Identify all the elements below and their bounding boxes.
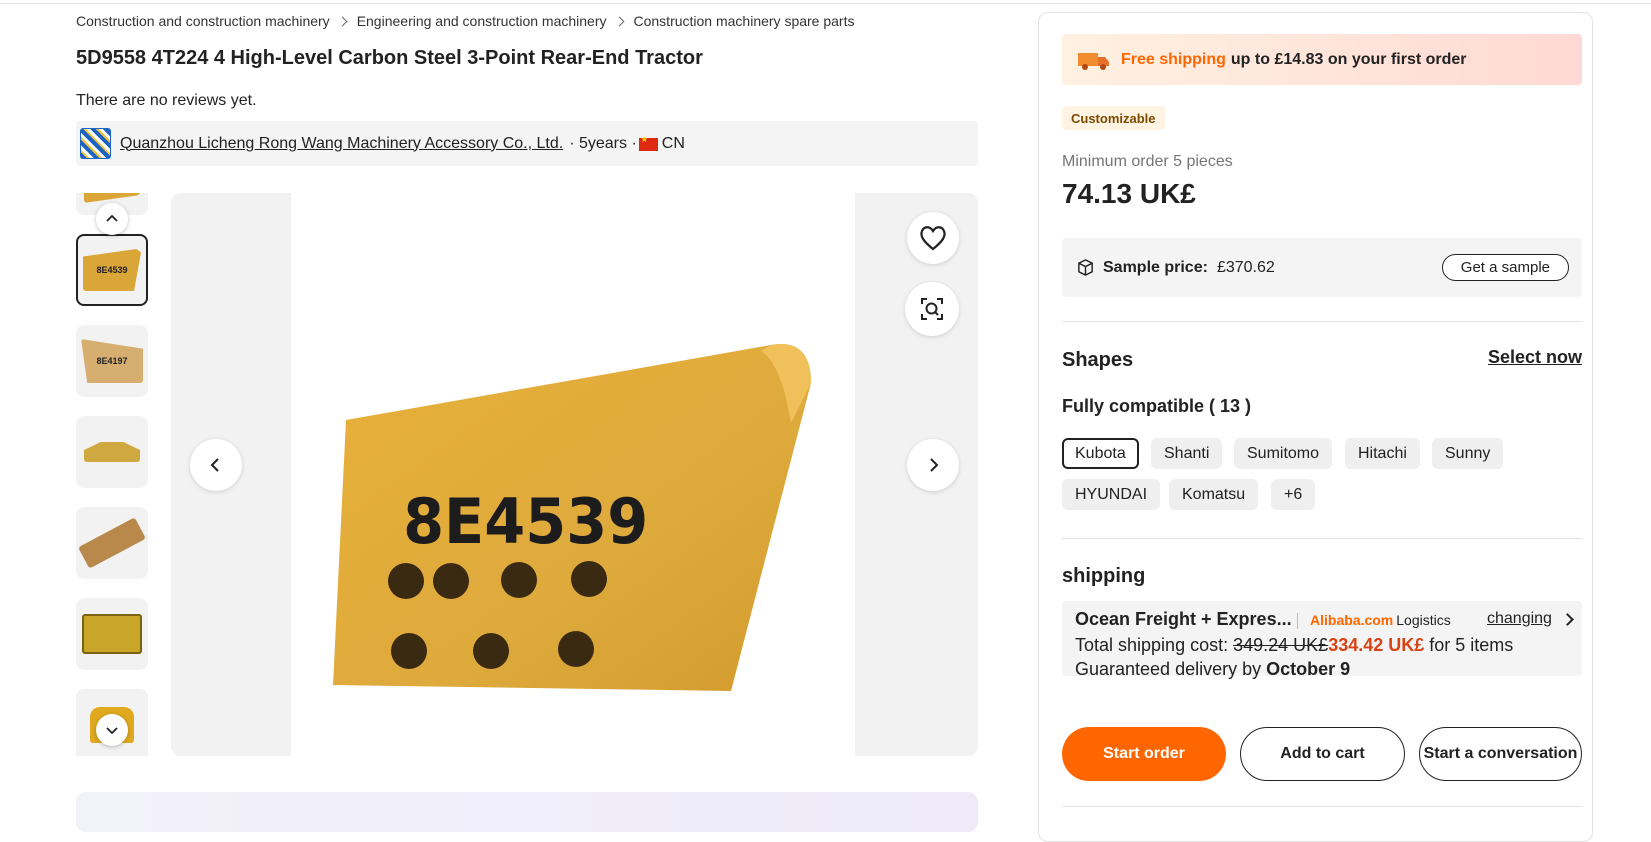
china-flag-icon bbox=[638, 135, 658, 151]
logistics-brand: Alibaba.com bbox=[1310, 612, 1394, 628]
customizable-badge: Customizable bbox=[1062, 106, 1165, 130]
thumbnail-image bbox=[84, 442, 140, 462]
shape-chip-sunny[interactable]: Sunny bbox=[1432, 438, 1504, 469]
thumbnail-image: 8E4539 bbox=[83, 249, 141, 291]
sample-price-label: Sample price: bbox=[1103, 258, 1208, 276]
bottom-section-card bbox=[76, 792, 978, 832]
order-panel bbox=[1038, 12, 1593, 842]
box-icon bbox=[1078, 259, 1093, 276]
next-image-button[interactable] bbox=[907, 439, 959, 491]
thumbnail-scroll-up-button[interactable] bbox=[96, 203, 128, 235]
thumbnail-code: 8E4197 bbox=[96, 356, 128, 366]
chevron-left-icon bbox=[210, 458, 219, 472]
thumbnail-image bbox=[78, 517, 146, 569]
thumbnail-2[interactable]: 8E4197 bbox=[76, 325, 148, 397]
start-order-button[interactable]: Start order bbox=[1062, 727, 1226, 781]
chevron-down-icon bbox=[106, 727, 118, 735]
supplier-name-link[interactable]: Quanzhou Licheng Rong Wang Machinery Acc… bbox=[120, 135, 563, 153]
previous-image-button[interactable] bbox=[190, 439, 242, 491]
breadcrumb-item-engineering[interactable]: Engineering and construction machinery bbox=[357, 13, 607, 29]
select-now-link[interactable]: Select now bbox=[1488, 347, 1582, 368]
shipping-cost-new: 334.42 UK£ bbox=[1328, 635, 1425, 655]
heart-icon bbox=[920, 226, 946, 251]
thumbnail-scroll-down-button[interactable] bbox=[96, 714, 128, 746]
shape-chip-komatsu[interactable]: Komatsu bbox=[1169, 479, 1259, 510]
shipping-cost-old: 349.24 UK£ bbox=[1233, 635, 1329, 655]
chevron-up-icon bbox=[106, 214, 118, 222]
chevron-right-icon bbox=[614, 16, 624, 26]
add-to-cart-button[interactable]: Add to cart bbox=[1240, 727, 1405, 781]
product-title: 5D9558 4T224 4 High-Level Carbon Steel 3… bbox=[76, 47, 703, 69]
reviews-text: There are no reviews yet. bbox=[76, 92, 257, 109]
shipping-cost: Total shipping cost: 349.24 UK£334.42 UK… bbox=[1075, 635, 1513, 656]
supplier-years: · 5years · bbox=[569, 134, 637, 152]
shipping-method-row: Ocean Freight + Expres... Alibaba.com Log… bbox=[1075, 609, 1575, 633]
promo-highlight: Free shipping bbox=[1121, 50, 1226, 68]
supplier-bar: Quanzhou Licheng Rong Wang Machinery Acc… bbox=[76, 121, 978, 166]
sample-price-box: Sample price: £370.62 Get a sample bbox=[1062, 238, 1582, 297]
breadcrumb-item-construction[interactable]: Construction and construction machinery bbox=[76, 13, 330, 29]
start-conversation-button[interactable]: Start a conversation bbox=[1419, 727, 1582, 781]
favorite-button[interactable] bbox=[907, 212, 959, 264]
divider bbox=[1062, 321, 1582, 322]
sample-price-value: £370.62 bbox=[1216, 258, 1275, 276]
main-product-image[interactable]: 8E4539 bbox=[171, 193, 978, 756]
get-sample-button[interactable]: Get a sample bbox=[1441, 254, 1569, 281]
shape-chip-kubota[interactable]: Kubota bbox=[1062, 438, 1139, 469]
thumbnail-code: 8E4539 bbox=[96, 265, 128, 275]
separator bbox=[1297, 613, 1298, 629]
thumbnail-image bbox=[82, 614, 142, 654]
delivery-date: October 9 bbox=[1266, 659, 1351, 679]
shape-chip-hyundai[interactable]: HYUNDAI bbox=[1062, 479, 1161, 510]
thumbnail-image bbox=[84, 193, 140, 203]
product-image: 8E4539 bbox=[333, 344, 811, 691]
change-shipping-link[interactable]: changing bbox=[1487, 610, 1552, 628]
image-canvas: 8E4539 bbox=[291, 193, 855, 756]
free-shipping-banner: Free shipping up to £14.83 on your first… bbox=[1062, 34, 1582, 85]
logistics-word: Logistics bbox=[1396, 612, 1451, 628]
shape-chip-shanti[interactable]: Shanti bbox=[1151, 438, 1223, 469]
delivery-guarantee: Guaranteed delivery by October 9 bbox=[1075, 659, 1350, 680]
delivery-label: Guaranteed delivery by bbox=[1075, 659, 1262, 679]
shapes-title: Shapes bbox=[1062, 349, 1134, 371]
unit-price: 74.13 UK£ bbox=[1062, 178, 1196, 209]
supplier-logo[interactable] bbox=[80, 128, 111, 159]
shipping-cost-suffix: for 5 items bbox=[1429, 635, 1514, 655]
breadcrumb: Construction and construction machinery … bbox=[76, 13, 855, 29]
shape-chip-more[interactable]: +6 bbox=[1271, 479, 1316, 510]
image-search-icon bbox=[921, 298, 943, 320]
shipping-title: shipping bbox=[1062, 565, 1146, 587]
delivery-truck-icon bbox=[1078, 52, 1109, 70]
thumbnail-5[interactable] bbox=[76, 598, 148, 670]
shipping-method: Ocean Freight + Expres... bbox=[1075, 609, 1292, 629]
divider bbox=[1062, 538, 1582, 539]
logistics-logo: Alibaba.com Logistics bbox=[1310, 612, 1451, 628]
visual-search-button[interactable] bbox=[905, 282, 959, 336]
chevron-right-icon bbox=[337, 16, 348, 26]
thumbnail-strip: 8E4539 8E4197 bbox=[76, 193, 148, 756]
divider bbox=[1062, 806, 1582, 807]
minimum-order-text: Minimum order 5 pieces bbox=[1062, 153, 1233, 170]
breadcrumb-item-spare-parts[interactable]: Construction machinery spare parts bbox=[634, 13, 855, 29]
promo-text: up to £14.83 on your first order bbox=[1230, 50, 1467, 68]
shipping-cost-label: Total shipping cost: bbox=[1075, 635, 1229, 655]
shape-chip-hitachi[interactable]: Hitachi bbox=[1345, 438, 1420, 469]
chevron-right-icon bbox=[930, 458, 939, 472]
supplier-country: CN bbox=[661, 134, 685, 152]
shipping-box: Ocean Freight + Expres... Alibaba.com Log… bbox=[1062, 601, 1582, 679]
thumbnail-image: 8E4197 bbox=[81, 339, 143, 383]
chevron-right-icon[interactable] bbox=[1561, 613, 1574, 626]
thumbnail-3[interactable] bbox=[76, 416, 148, 488]
top-divider bbox=[0, 3, 1651, 4]
thumbnail-1[interactable]: 8E4539 bbox=[76, 234, 148, 306]
shape-chip-sumitomo[interactable]: Sumitomo bbox=[1234, 438, 1333, 469]
compatibility-count: Fully compatible ( 13 ) bbox=[1062, 396, 1252, 416]
thumbnail-4[interactable] bbox=[76, 507, 148, 579]
image-part-code: 8E4539 bbox=[403, 487, 648, 559]
